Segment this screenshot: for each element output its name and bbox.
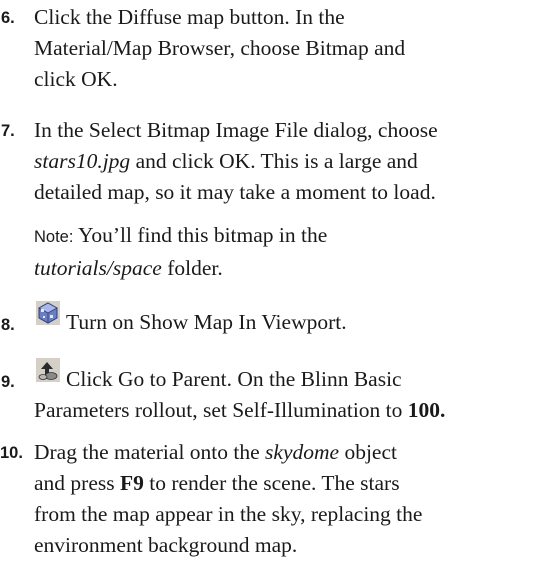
step-line: environment background map.	[34, 533, 298, 557]
step-line: Click Go to Parent. On the Blinn Basic	[66, 367, 402, 391]
step-number: 10.	[0, 444, 23, 462]
step-line: click OK.	[34, 67, 118, 91]
step-number: 8.	[1, 316, 15, 334]
note-line: Note: You’ll find this bitmap in the	[34, 223, 328, 247]
step-line: Parameters rollout, set Self-Illuminatio…	[34, 398, 446, 422]
step-line: detailed map, so it may take a moment to…	[34, 180, 436, 204]
step-text: In the Select Bitmap Image File dialog, …	[34, 115, 539, 208]
note-line: tutorials/space folder.	[34, 256, 223, 280]
step-text: Click Go to Parent. On the Blinn Basic P…	[34, 364, 539, 426]
step-text: Turn on Show Map In Viewport.	[66, 307, 539, 338]
note-label: Note:	[34, 228, 74, 246]
step-text: Drag the material onto the skydome objec…	[34, 437, 539, 561]
step-number: 6.	[1, 9, 15, 27]
value-strong: 100.	[407, 398, 446, 422]
step-line: from the map appear in the sky, replacin…	[34, 502, 423, 526]
step-number: 9.	[1, 373, 15, 391]
filename: stars10.jpg	[34, 149, 131, 173]
tutorial-page: 6. Click the Diffuse map button. In the …	[0, 0, 539, 586]
step-text: Click the Diffuse map button. In the Mat…	[34, 2, 539, 95]
step-line: Turn on Show Map In Viewport.	[66, 310, 347, 334]
step-line: and press F9 to render the scene. The st…	[34, 471, 400, 495]
step-line: Drag the material onto the skydome objec…	[34, 440, 397, 464]
key-strong: F9	[119, 471, 144, 495]
folder-path: tutorials/space	[34, 256, 162, 280]
step-line: In the Select Bitmap Image File dialog, …	[34, 118, 438, 142]
note-text: Note: You’ll find this bitmap in the tut…	[34, 220, 539, 284]
step-line: Material/Map Browser, choose Bitmap and	[34, 36, 406, 60]
step-line: Click the Diffuse map button. In the	[34, 5, 345, 29]
step-line: stars10.jpg and click OK. This is a larg…	[34, 149, 418, 173]
step-number: 7.	[1, 122, 15, 140]
show-map-in-viewport-icon	[35, 300, 61, 326]
object-name: skydome	[265, 440, 340, 464]
